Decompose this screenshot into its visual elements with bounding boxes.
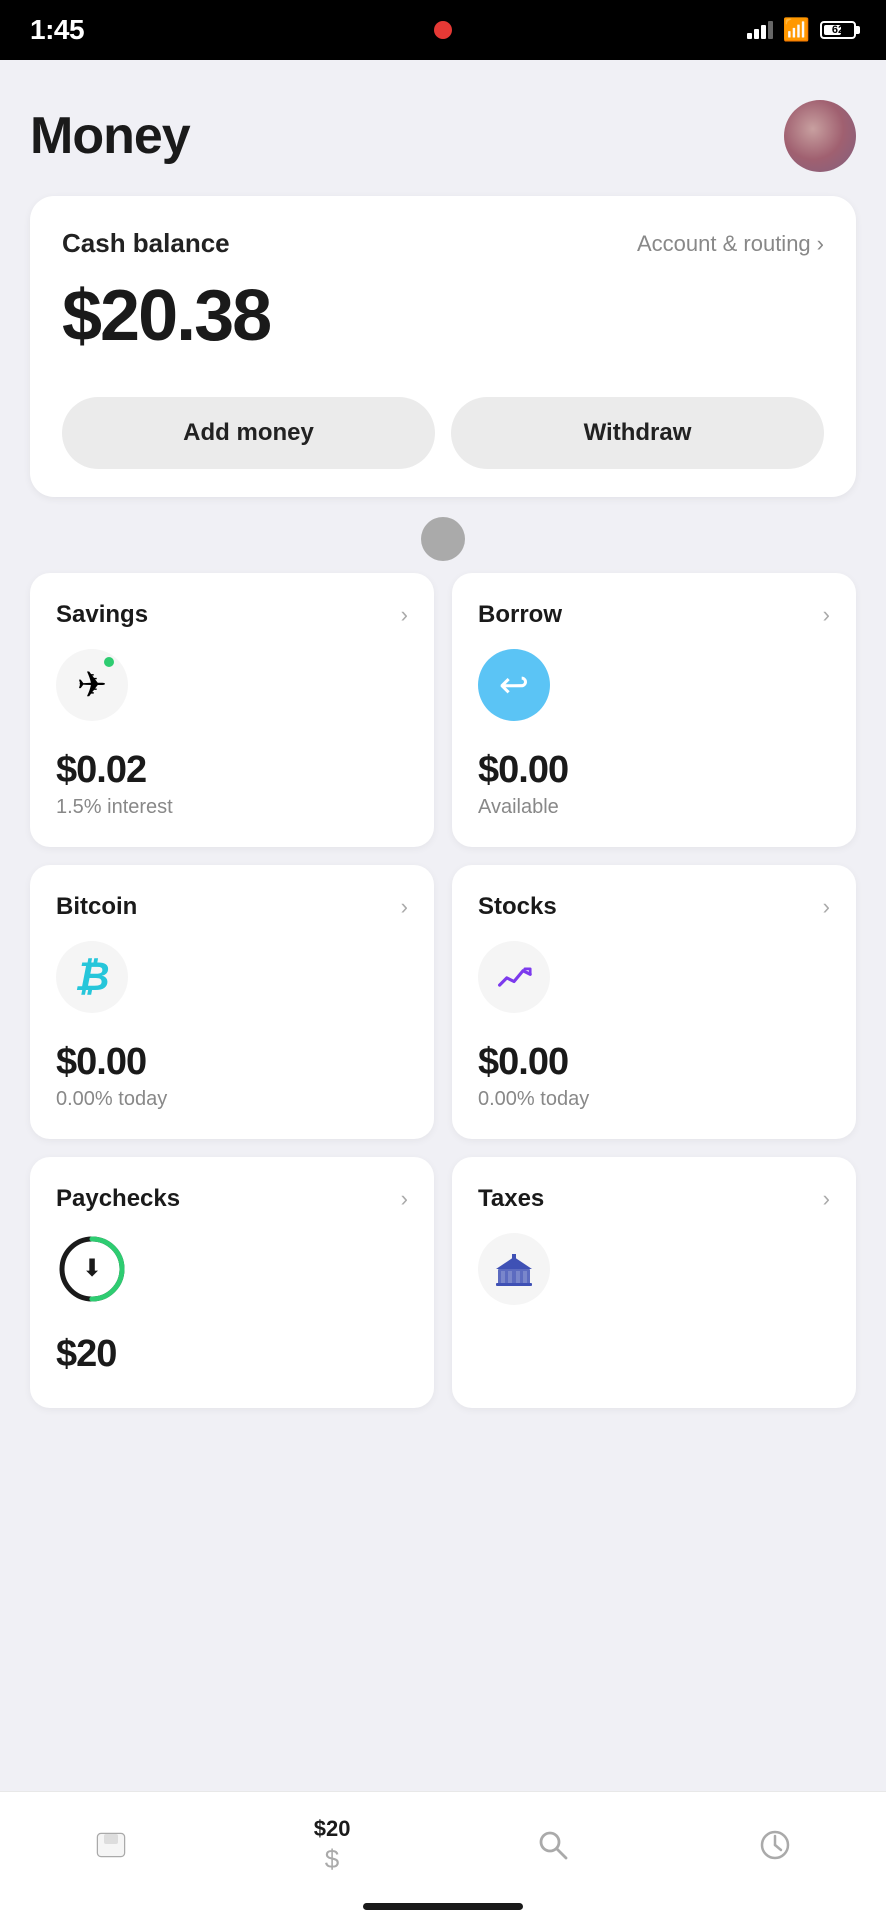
borrow-card[interactable]: Borrow › ↩ $0.00 Available — [452, 573, 856, 847]
bitcoin-stocks-grid: Bitcoin › ₿ $0.00 0.00% today Stocks › $… — [30, 865, 856, 1139]
scroll-dot — [421, 517, 465, 561]
borrow-card-title: Borrow — [478, 601, 562, 629]
stocks-amount: $0.00 — [478, 1041, 830, 1084]
borrow-arrow-icon: ↩ — [499, 664, 529, 706]
borrow-icon-wrap: ↩ — [478, 649, 550, 721]
paychecks-progress-icon: ⬇ — [56, 1233, 128, 1305]
savings-active-dot — [104, 657, 114, 667]
taxes-card-title: Taxes — [478, 1185, 544, 1213]
bitcoin-icon-wrap: ₿ — [56, 941, 128, 1013]
savings-chevron-icon: › — [401, 602, 408, 628]
stocks-subtitle: 0.00% today — [478, 1088, 830, 1111]
government-building-icon — [494, 1251, 534, 1287]
paychecks-taxes-grid: Paychecks › ⬇ $20 Taxes › — [30, 1157, 856, 1408]
bitcoin-amount: $0.00 — [56, 1041, 408, 1084]
scroll-indicator — [30, 517, 856, 561]
paychecks-chevron-icon: › — [401, 1186, 408, 1212]
taxes-icon-wrap — [478, 1233, 550, 1305]
savings-card-title: Savings — [56, 601, 148, 629]
taxes-card[interactable]: Taxes › — [452, 1157, 856, 1408]
bottom-nav: $20 $ — [0, 1791, 886, 1920]
taxes-card-header: Taxes › — [478, 1185, 830, 1213]
history-icon — [756, 1826, 794, 1864]
stocks-card-header: Stocks › — [478, 893, 830, 921]
svg-text:$: $ — [325, 1846, 340, 1874]
paychecks-icon-wrap: ⬇ — [56, 1233, 128, 1305]
nav-item-home[interactable] — [72, 1820, 150, 1870]
borrow-subtitle: Available — [478, 796, 830, 819]
nav-item-money[interactable]: $20 $ — [294, 1810, 371, 1880]
stocks-chart-icon — [496, 959, 532, 995]
battery-icon: 62 — [820, 21, 856, 39]
bitcoin-subtitle: 0.00% today — [56, 1088, 408, 1111]
app-content: Money Cash balance Account & routing › $… — [0, 60, 886, 1408]
page-title: Money — [30, 106, 190, 166]
status-time: 1:45 — [30, 14, 84, 46]
stocks-icon-wrap — [478, 941, 550, 1013]
paychecks-card[interactable]: Paychecks › ⬇ $20 — [30, 1157, 434, 1408]
stocks-card[interactable]: Stocks › $0.00 0.00% today — [452, 865, 856, 1139]
avatar[interactable] — [784, 100, 856, 172]
bitcoin-icon: ₿ — [74, 955, 109, 1000]
savings-borrow-grid: Savings › ✈ $0.02 1.5% interest Borrow ›… — [30, 573, 856, 847]
account-routing-label: Account & routing — [637, 231, 811, 257]
savings-icon-wrap: ✈ — [56, 649, 128, 721]
account-routing-button[interactable]: Account & routing › — [637, 231, 824, 257]
status-bar: 1:45 📶 62 — [0, 0, 886, 60]
search-icon — [534, 1826, 572, 1864]
borrow-amount: $0.00 — [478, 749, 830, 792]
taxes-chevron-icon: › — [823, 1186, 830, 1212]
cash-balance-card: Cash balance Account & routing › $20.38 … — [30, 196, 856, 497]
savings-card[interactable]: Savings › ✈ $0.02 1.5% interest — [30, 573, 434, 847]
svg-text:⬇: ⬇ — [82, 1255, 102, 1282]
signal-icon — [747, 21, 773, 39]
withdraw-button[interactable]: Withdraw — [451, 397, 824, 469]
wifi-icon: 📶 — [783, 17, 810, 43]
header: Money — [30, 80, 856, 196]
savings-card-header: Savings › — [56, 601, 408, 629]
cash-actions: Add money Withdraw — [62, 397, 824, 469]
home-icon — [92, 1826, 130, 1864]
bitcoin-card-title: Bitcoin — [56, 893, 137, 921]
cash-amount: $20.38 — [62, 275, 824, 357]
add-money-button[interactable]: Add money — [62, 397, 435, 469]
airplane-icon: ✈ — [77, 664, 107, 706]
borrow-chevron-icon: › — [823, 602, 830, 628]
paychecks-amount: $20 — [56, 1333, 408, 1376]
stocks-chevron-icon: › — [823, 894, 830, 920]
recording-indicator — [434, 21, 452, 39]
home-indicator — [363, 1903, 523, 1910]
status-icons: 📶 62 — [747, 17, 856, 43]
stocks-card-title: Stocks — [478, 893, 557, 921]
savings-subtitle: 1.5% interest — [56, 796, 408, 819]
bitcoin-card-header: Bitcoin › — [56, 893, 408, 921]
borrow-card-header: Borrow › — [478, 601, 830, 629]
dollar-icon: $ — [315, 1846, 349, 1874]
bitcoin-card[interactable]: Bitcoin › ₿ $0.00 0.00% today — [30, 865, 434, 1139]
nav-item-search[interactable] — [514, 1820, 592, 1870]
bitcoin-chevron-icon: › — [401, 894, 408, 920]
status-notch — [333, 5, 553, 55]
paychecks-card-header: Paychecks › — [56, 1185, 408, 1213]
cash-balance-top: Cash balance Account & routing › — [62, 228, 824, 259]
paychecks-card-title: Paychecks — [56, 1185, 180, 1213]
nav-item-history[interactable] — [736, 1820, 814, 1870]
savings-amount: $0.02 — [56, 749, 408, 792]
cash-balance-label: Cash balance — [62, 228, 230, 259]
account-routing-chevron: › — [817, 231, 824, 257]
nav-balance: $20 — [314, 1816, 351, 1842]
